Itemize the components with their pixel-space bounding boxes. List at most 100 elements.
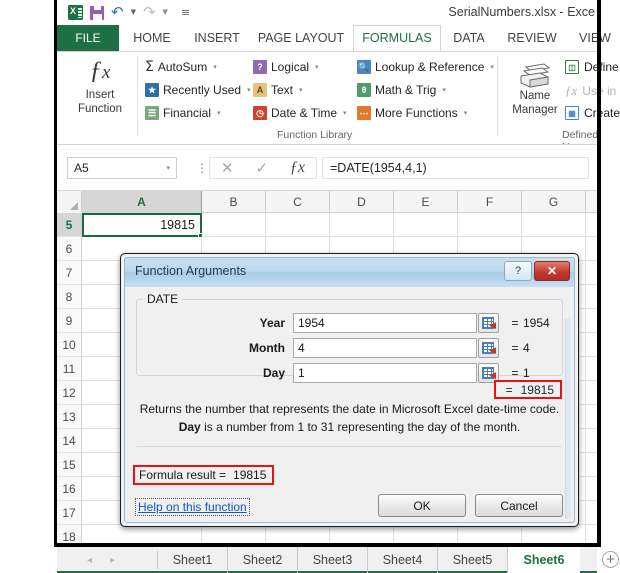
grid-cell[interactable] bbox=[586, 213, 597, 237]
more-functions-button[interactable]: ⋯ More Functions ▾ bbox=[357, 106, 467, 120]
chevron-down-icon[interactable]: ▾ bbox=[315, 63, 319, 71]
dialog-help-button[interactable]: ? bbox=[504, 261, 532, 281]
row-header-10[interactable]: 10 bbox=[57, 333, 81, 357]
fill-handle[interactable] bbox=[198, 233, 203, 238]
grid-cell[interactable] bbox=[522, 525, 586, 543]
autosum-button[interactable]: Σ AutoSum ▾ bbox=[145, 60, 217, 74]
grid-cell[interactable] bbox=[202, 525, 266, 543]
grid-cell[interactable] bbox=[458, 213, 522, 237]
select-all-button[interactable] bbox=[57, 191, 82, 213]
tab-home[interactable]: HOME bbox=[119, 25, 185, 51]
sheet-tab-sheet3[interactable]: Sheet3 bbox=[298, 547, 368, 573]
define-name-button[interactable]: ◫ Define Name bbox=[565, 60, 620, 74]
row-header-11[interactable]: 11 bbox=[57, 357, 81, 381]
grid-cell[interactable] bbox=[330, 213, 394, 237]
grid-cell[interactable] bbox=[586, 501, 597, 525]
undo-icon[interactable]: ↶ bbox=[111, 5, 124, 20]
next-sheet-icon[interactable]: ▸ bbox=[110, 555, 115, 566]
column-header-f[interactable]: F bbox=[458, 191, 522, 213]
logical-button[interactable]: ? Logical ▾ bbox=[253, 60, 319, 74]
help-on-this-function-link[interactable]: Help on this function bbox=[135, 498, 250, 516]
save-icon[interactable] bbox=[90, 5, 104, 20]
grid-cell[interactable] bbox=[522, 213, 586, 237]
name-manager-button[interactable]: Name Manager bbox=[509, 57, 561, 117]
create-from-selection-button[interactable]: ▦ Create from Se bbox=[565, 106, 620, 120]
year-input[interactable]: 1954 bbox=[293, 313, 477, 333]
row-header-18[interactable]: 18 bbox=[57, 525, 81, 543]
grid-cell[interactable] bbox=[330, 525, 394, 543]
dialog-title-bar[interactable]: Function Arguments ? ✕ bbox=[125, 258, 574, 287]
previous-sheet-icon[interactable]: ◂ bbox=[87, 555, 92, 566]
cancel-button[interactable]: Cancel bbox=[475, 494, 563, 517]
sheet-tab-sheet2[interactable]: Sheet2 bbox=[228, 547, 298, 573]
grid-cell[interactable] bbox=[458, 525, 522, 543]
row-header-14[interactable]: 14 bbox=[57, 429, 81, 453]
grid-cell[interactable] bbox=[586, 333, 597, 357]
column-header-c[interactable]: C bbox=[266, 191, 330, 213]
grid-cell[interactable] bbox=[586, 381, 597, 405]
column-header-h[interactable]: H bbox=[586, 191, 597, 213]
year-range-selector-icon[interactable]: ◀ bbox=[478, 313, 499, 333]
chevron-down-icon[interactable]: ▾ bbox=[166, 164, 170, 172]
grid-cell[interactable] bbox=[202, 213, 266, 237]
row-header-8[interactable]: 8 bbox=[57, 285, 81, 309]
row-header-6[interactable]: 6 bbox=[57, 237, 81, 261]
financial-button[interactable]: ☰ Financial ▾ bbox=[145, 106, 221, 120]
grid-cell[interactable] bbox=[586, 285, 597, 309]
sheet-tab-sheet1[interactable]: Sheet1 bbox=[158, 547, 228, 573]
row-header-16[interactable]: 16 bbox=[57, 477, 81, 501]
cancel-formula-icon[interactable]: ✕ bbox=[221, 159, 234, 177]
tab-view[interactable]: VIEW bbox=[567, 25, 620, 51]
tab-page-layout[interactable]: PAGE LAYOUT bbox=[249, 25, 353, 51]
tab-file[interactable]: FILE bbox=[57, 25, 119, 51]
lookup-reference-button[interactable]: 🔍 Lookup & Reference ▾ bbox=[357, 60, 494, 74]
redo-dropdown-icon[interactable]: ▼ bbox=[163, 9, 168, 16]
day-input[interactable]: 1 bbox=[293, 363, 477, 383]
grid-cell[interactable] bbox=[586, 237, 597, 261]
chevron-down-icon[interactable]: ▾ bbox=[464, 109, 468, 117]
grid-cell[interactable] bbox=[586, 477, 597, 501]
grid-cell[interactable] bbox=[586, 309, 597, 333]
ok-button[interactable]: OK bbox=[378, 494, 466, 517]
grid-cell[interactable] bbox=[394, 525, 458, 543]
grid-cell[interactable] bbox=[586, 357, 597, 381]
tab-formulas[interactable]: FORMULAS bbox=[353, 25, 441, 52]
row-header-12[interactable]: 12 bbox=[57, 381, 81, 405]
column-header-d[interactable]: D bbox=[330, 191, 394, 213]
dialog-close-button[interactable]: ✕ bbox=[534, 261, 570, 281]
grid-cell[interactable] bbox=[586, 525, 597, 543]
row-header-5[interactable]: 5 bbox=[57, 213, 81, 237]
chevron-down-icon[interactable]: ▾ bbox=[213, 63, 217, 71]
grid-cell[interactable] bbox=[586, 453, 597, 477]
selected-cell-a5[interactable]: 19815 bbox=[82, 213, 203, 238]
grid-cell[interactable] bbox=[266, 213, 330, 237]
row-header-15[interactable]: 15 bbox=[57, 453, 81, 477]
text-button[interactable]: A Text ▾ bbox=[253, 83, 303, 97]
date-time-button[interactable]: ◷ Date & Time ▾ bbox=[253, 106, 347, 120]
insert-function-icon[interactable]: ƒx bbox=[290, 159, 305, 177]
grid-cell[interactable] bbox=[394, 213, 458, 237]
grid-cell[interactable] bbox=[586, 405, 597, 429]
grid-cell[interactable] bbox=[82, 525, 202, 543]
column-header-a[interactable]: A bbox=[82, 191, 202, 213]
column-header-b[interactable]: B bbox=[202, 191, 266, 213]
undo-dropdown-icon[interactable]: ▼ bbox=[131, 9, 136, 16]
month-range-selector-icon[interactable]: ◀ bbox=[478, 338, 499, 358]
sheet-tab-sheet4[interactable]: Sheet4 bbox=[368, 547, 438, 573]
grid-cell[interactable] bbox=[586, 429, 597, 453]
month-input[interactable]: 4 bbox=[293, 338, 477, 358]
customize-qat-icon[interactable]: ≡ bbox=[181, 6, 190, 19]
dialog-scrollbar[interactable] bbox=[565, 319, 571, 519]
row-header-13[interactable]: 13 bbox=[57, 405, 81, 429]
row-header-17[interactable]: 17 bbox=[57, 501, 81, 525]
chevron-down-icon[interactable]: ▾ bbox=[442, 86, 446, 94]
grid-cell[interactable] bbox=[266, 525, 330, 543]
math-trig-button[interactable]: θ Math & Trig ▾ bbox=[357, 83, 446, 97]
insert-function-button[interactable]: ƒx Insert Function bbox=[69, 56, 131, 116]
sheet-tab-sheet6[interactable]: Sheet6 bbox=[508, 547, 580, 573]
chevron-down-icon[interactable]: ▾ bbox=[247, 86, 251, 94]
sheet-tab-sheet5[interactable]: Sheet5 bbox=[438, 547, 508, 573]
add-sheet-icon[interactable]: + bbox=[602, 551, 619, 568]
chevron-down-icon[interactable]: ▾ bbox=[343, 109, 347, 117]
recently-used-button[interactable]: ★ Recently Used ▾ bbox=[145, 83, 251, 97]
